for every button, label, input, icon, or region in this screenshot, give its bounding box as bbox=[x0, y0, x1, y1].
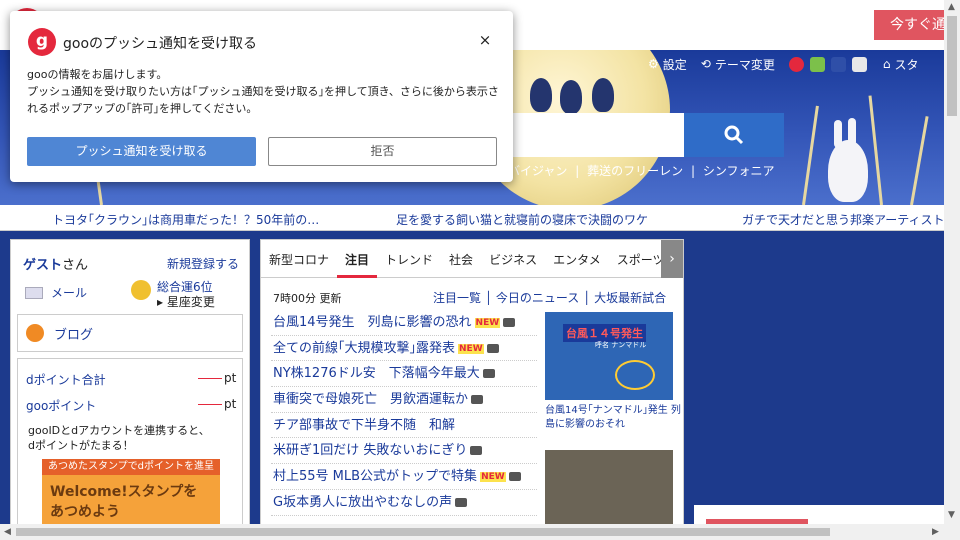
stamp-campaign-banner[interactable]: あつめたスタンプでdポイントを進呈 Welcome!スタンプを あつめよう bbox=[42, 459, 220, 527]
scroll-left-icon[interactable]: ◀ bbox=[4, 527, 11, 537]
headline-list: 台風14号発生 列島に影響の恐れ NEW 全ての前線｢大規模攻撃｣露発表 NEW N… bbox=[271, 310, 537, 516]
pampas-grass bbox=[910, 116, 929, 205]
character-theme-icon[interactable] bbox=[830, 56, 846, 72]
rabbit-silhouette bbox=[592, 78, 614, 112]
zodiac-change-link[interactable]: ▸ 星座変更 bbox=[157, 293, 215, 310]
new-badge: NEW bbox=[474, 318, 501, 328]
scrollbar-thumb[interactable] bbox=[16, 528, 830, 536]
user-sidebar: ゲストさん 新規登録する メール 総合運6位 ▸ 星座変更 ブログ dポイント合… bbox=[10, 239, 250, 529]
goopoint-row[interactable]: gooポイント pt bbox=[26, 397, 236, 414]
scroll-up-icon[interactable]: ▲ bbox=[948, 2, 955, 12]
tab-entertainment[interactable]: エンタメ bbox=[545, 240, 609, 278]
headline-item[interactable]: 米研ぎ1回だけ 失敗ないおにぎり bbox=[271, 438, 537, 465]
theme-change-link[interactable]: ⟲ テーマ変更 bbox=[701, 56, 775, 73]
point-placeholder bbox=[198, 378, 222, 379]
cta-button[interactable]: 今すぐ通 bbox=[874, 10, 954, 40]
headline-item[interactable]: 全ての前線｢大規模攻撃｣露発表 NEW bbox=[271, 336, 537, 362]
update-time: 7時00分 更新 bbox=[273, 292, 342, 305]
headline-item[interactable]: G坂本勇人に放出やむなしの声 bbox=[271, 490, 537, 516]
mail-link[interactable]: メール bbox=[25, 284, 87, 301]
news-photo[interactable] bbox=[545, 450, 673, 528]
search-input[interactable] bbox=[500, 113, 684, 157]
tab-corona[interactable]: 新型コロナ bbox=[261, 240, 337, 278]
search-icon bbox=[724, 125, 744, 145]
chevron-right-icon[interactable]: › bbox=[661, 240, 683, 278]
new-badge: NEW bbox=[458, 343, 484, 354]
start-page-link[interactable]: ⌂ スタ bbox=[883, 56, 919, 73]
refresh-icon: ⟲ bbox=[700, 57, 711, 71]
dpoint-row[interactable]: dポイント合計 pt bbox=[26, 371, 236, 388]
home-icon: ⌂ bbox=[882, 57, 891, 71]
camera-icon bbox=[470, 446, 483, 456]
typhoon-path-marker bbox=[615, 360, 655, 390]
rabbit-silhouette bbox=[560, 80, 582, 114]
news-sub-links[interactable]: 注目一覧 │ 今日のニュース │ 大坂最新試合 bbox=[433, 289, 666, 306]
link-account-text: gooIDとdアカウントを連携すると、 dポイントがたまる！ bbox=[28, 424, 210, 452]
gear-icon: ⚙ bbox=[648, 57, 659, 71]
goo-theme-icon[interactable] bbox=[788, 56, 804, 72]
separator: | bbox=[690, 164, 695, 178]
vertical-scrollbar[interactable]: ▲ ▼ bbox=[944, 0, 960, 524]
search-button[interactable] bbox=[684, 113, 784, 157]
points-panel: dポイント合計 pt gooポイント pt gooIDとdアカウントを連携すると… bbox=[17, 358, 243, 528]
rabbit-silhouette bbox=[530, 78, 552, 112]
scrollbar-thumb[interactable] bbox=[947, 16, 957, 116]
news-ticker: トヨタ｢クラウン｣は商用車だった！？50年前の… 足を愛する飼い猫と就寝前の寝床… bbox=[0, 205, 944, 231]
deny-button[interactable]: 拒否 bbox=[268, 137, 497, 166]
tab-society[interactable]: 社会 bbox=[441, 240, 481, 278]
mail-icon bbox=[25, 286, 43, 299]
camera-icon bbox=[486, 343, 499, 353]
dialog-title: gooのプッシュ通知を受け取る bbox=[63, 36, 258, 52]
tab-business[interactable]: ビジネス bbox=[481, 240, 545, 278]
headline-item[interactable]: 村上55号 MLB公式がトップで特集 NEW bbox=[271, 464, 537, 490]
trending-keywords: バイジャン | 葬送のフリーレン | シンフォニア bbox=[508, 162, 778, 179]
white-rabbit-illustration bbox=[828, 140, 868, 202]
blog-link[interactable]: ブログ bbox=[17, 314, 243, 352]
separator: | bbox=[575, 164, 580, 178]
goo-logo-icon: g bbox=[28, 28, 56, 56]
leaf-theme-icon[interactable] bbox=[809, 56, 825, 72]
cat-theme-icon[interactable] bbox=[851, 56, 867, 72]
ticker-item[interactable]: 足を愛する飼い猫と就寝前の寝床で決闘のワケ bbox=[396, 211, 648, 228]
dialog-message: gooの情報をお届けします。 プッシュ通知を受け取りたい方は｢プッシュ通知を受け… bbox=[27, 68, 499, 115]
trend-link[interactable]: 葬送のフリーレン bbox=[587, 164, 683, 178]
trend-link[interactable]: バイジャン bbox=[508, 164, 567, 178]
typhoon-map-image[interactable]: 台風１４号発生 呼名 ナンマドル bbox=[545, 312, 673, 400]
guest-greeting: ゲストさん bbox=[23, 258, 89, 273]
signup-link[interactable]: 新規登録する bbox=[167, 255, 239, 272]
scroll-down-icon[interactable]: ▼ bbox=[948, 510, 955, 520]
header-nav: ⚙ 設定 ⟲ テーマ変更 ⌂ スタ bbox=[648, 54, 927, 74]
ticker-item[interactable]: トヨタ｢クラウン｣は商用車だった！？50年前の… bbox=[52, 211, 319, 228]
camera-icon bbox=[471, 395, 484, 405]
camera-icon bbox=[503, 318, 516, 327]
point-placeholder bbox=[198, 404, 222, 405]
scroll-right-icon[interactable]: ▶ bbox=[932, 527, 939, 537]
headline-item[interactable]: NY株1276ドル安 下落幅今年最大 bbox=[271, 361, 537, 388]
ticker-item[interactable]: ガチで天才だと思う邦楽アーティストラ bbox=[742, 211, 944, 228]
push-notification-dialog: g gooのプッシュ通知を受け取る × gooの情報をお届けします。 プッシュ通… bbox=[10, 11, 513, 182]
headline-item[interactable]: チア部事故で下半身不随 和解 bbox=[271, 413, 537, 439]
headline-item[interactable]: 台風14号発生 列島に影響の恐れ NEW bbox=[271, 310, 537, 336]
zodiac-icon bbox=[131, 280, 151, 300]
trend-link[interactable]: シンフォニア bbox=[703, 164, 775, 178]
horizontal-scrollbar[interactable]: ◀ ▶ bbox=[0, 524, 960, 540]
pampas-grass bbox=[868, 95, 883, 205]
accept-push-button[interactable]: プッシュ通知を受け取る bbox=[27, 137, 256, 166]
pampas-grass bbox=[802, 105, 819, 205]
headline-item[interactable]: 車衝突で母娘死亡 男飲酒運転か bbox=[271, 387, 537, 413]
settings-link[interactable]: ⚙ 設定 bbox=[648, 56, 687, 73]
tab-trend[interactable]: トレンド bbox=[377, 240, 441, 278]
news-tabs: 新型コロナ 注目 トレンド 社会 ビジネス エンタメ スポーツ › bbox=[261, 240, 683, 278]
camera-icon bbox=[455, 497, 468, 507]
blog-icon bbox=[26, 324, 44, 342]
camera-icon bbox=[508, 472, 521, 482]
tab-featured[interactable]: 注目 bbox=[337, 240, 378, 278]
news-panel: 新型コロナ 注目 トレンド 社会 ビジネス エンタメ スポーツ › 7時00分 … bbox=[260, 239, 684, 529]
photo-caption[interactable]: 台風14号｢ナンマドル｣発生 列島に影響のおそれ bbox=[545, 404, 681, 432]
close-icon[interactable]: × bbox=[476, 31, 494, 49]
camera-icon bbox=[482, 369, 495, 379]
new-badge: NEW bbox=[480, 472, 506, 483]
